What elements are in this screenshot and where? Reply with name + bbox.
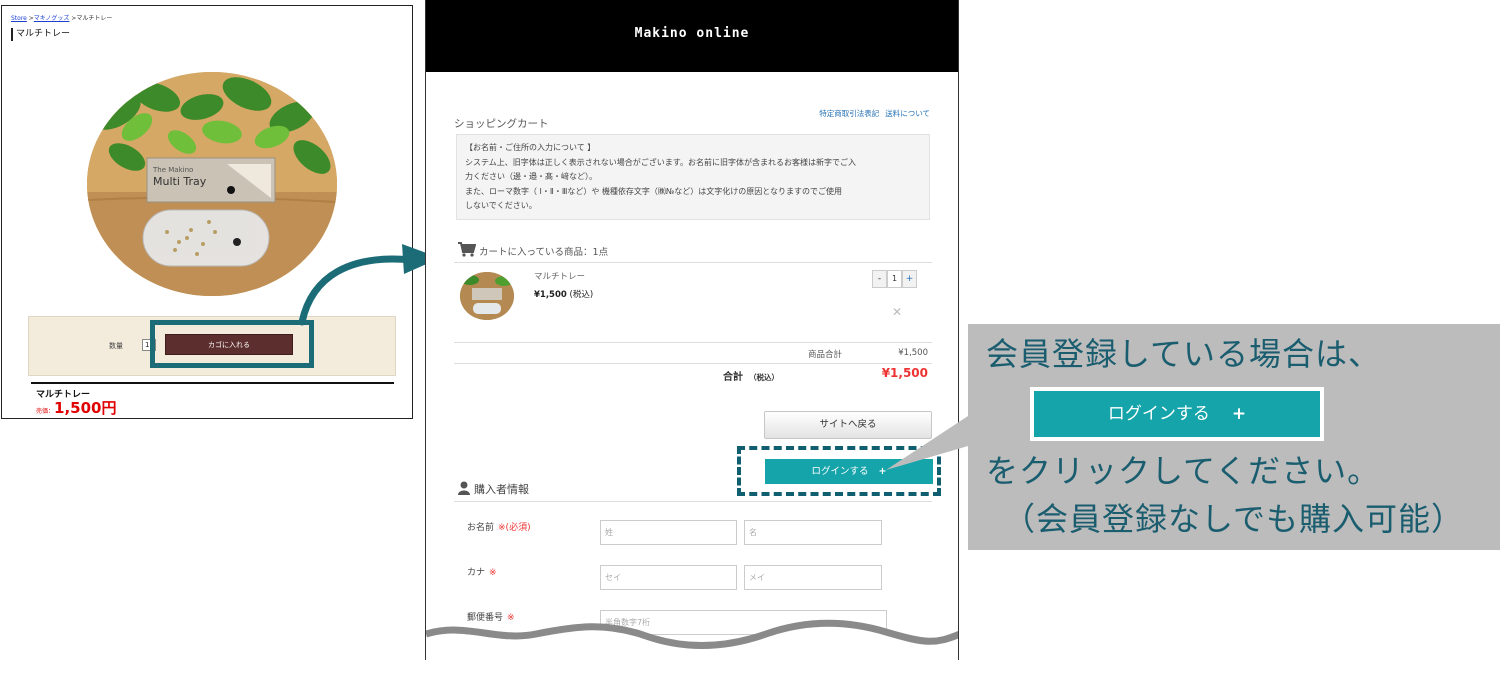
remove-item-icon[interactable]: ✕ bbox=[892, 305, 902, 319]
callout-login-button-label: ログインする bbox=[1107, 404, 1210, 424]
quantity-stepper: - 1 + bbox=[872, 270, 917, 288]
notice-line: 【お名前・ご住所の入力について 】 bbox=[465, 143, 596, 152]
price-label: 売価： bbox=[36, 408, 55, 415]
kana-field-label: カナ ※ bbox=[467, 565, 497, 578]
breadcrumb-separator: > bbox=[26, 15, 34, 22]
product-thumbnail-image bbox=[460, 272, 514, 320]
box-small-text: The Makino bbox=[152, 166, 193, 174]
callout-text: をクリックしてください。 bbox=[986, 452, 1381, 490]
total-label-text: 合計 bbox=[723, 372, 743, 383]
box-brand-text: Multi Tray bbox=[153, 175, 207, 188]
page-title: マルチトレー bbox=[11, 28, 70, 41]
cart-item-name[interactable]: マルチトレー bbox=[534, 270, 585, 282]
kana-label-text: カナ bbox=[467, 568, 486, 578]
notice-line: しないでください。 bbox=[465, 201, 537, 210]
total-tax-note: （税込） bbox=[749, 373, 779, 382]
notice-box: 【お名前・ご住所の入力について 】 システム上、旧字体は正しく表示されない場合が… bbox=[456, 134, 930, 220]
notice-line: システム上、旧字体は正しく表示されない場合がございます。お名前に旧字体が含まれる… bbox=[465, 157, 856, 167]
notice-line: また、ローマ数字（ Ⅰ・Ⅱ・Ⅲなど）や 機種依存文字（㈱№など）は文字化けの原因… bbox=[465, 186, 842, 196]
quantity-label: 数量 bbox=[109, 342, 123, 350]
required-mark: ※ bbox=[489, 568, 497, 578]
cart-item-price-value: ¥1,500 bbox=[534, 290, 567, 300]
last-name-kana-input[interactable]: セイ bbox=[600, 565, 737, 590]
divider bbox=[454, 501, 932, 502]
callout-text: （会員登録なしでも購入可能） bbox=[1003, 500, 1465, 538]
first-name-kana-input[interactable]: メイ bbox=[744, 565, 882, 590]
price-row: 売価：1,500円 bbox=[36, 397, 116, 418]
buyer-info-heading-text: 購入者情報 bbox=[474, 483, 529, 496]
user-icon bbox=[458, 481, 470, 495]
cart-item-tax-note: (税込) bbox=[569, 290, 594, 300]
first-name-input[interactable]: 名 bbox=[744, 520, 882, 545]
site-logo[interactable]: Makino online bbox=[426, 26, 958, 41]
cart-item-thumbnail bbox=[460, 272, 514, 320]
notice-line: 力ください（邊・邉・髙・﨑など）。 bbox=[465, 172, 597, 181]
plus-icon: + bbox=[1231, 404, 1247, 424]
last-name-input[interactable]: 姓 bbox=[600, 520, 737, 545]
cart-title: ショッピングカート bbox=[454, 118, 549, 130]
price-value: 1,500円 bbox=[54, 399, 117, 417]
divider bbox=[454, 342, 932, 343]
breadcrumb-store-link[interactable]: Store bbox=[11, 15, 27, 22]
breadcrumb-category-link[interactable]: マキノグッズ bbox=[34, 15, 70, 22]
cart-icon bbox=[458, 242, 477, 257]
legal-links: 特定商取引法表記 送料について bbox=[813, 108, 930, 119]
name-field-label: お名前 ※(必須) bbox=[467, 520, 531, 533]
breadcrumb: Store >マキノグッズ >マルチトレー bbox=[11, 13, 112, 22]
torn-page-edge bbox=[426, 619, 958, 660]
subtotal-label: 商品合計 bbox=[808, 350, 843, 360]
required-mark: ※(必須) bbox=[498, 523, 531, 533]
cart-items-heading-text: カートに入っている商品：1点 bbox=[479, 247, 609, 258]
divider bbox=[454, 363, 932, 364]
site-header: Makino online bbox=[426, 0, 958, 72]
callout-login-button: ログインする + bbox=[1034, 391, 1320, 437]
notice-text: 【お名前・ご住所の入力について 】 システム上、旧字体は正しく表示されない場合が… bbox=[465, 141, 923, 214]
divider bbox=[31, 382, 394, 384]
checkout-page: Makino online 特定商取引法表記 送料について ショッピングカート 【… bbox=[425, 0, 959, 660]
divider bbox=[454, 262, 932, 263]
quantity-decrease-button[interactable]: - bbox=[872, 270, 887, 288]
breadcrumb-current: マルチトレー bbox=[76, 15, 113, 22]
total-label: 合計 （税込） bbox=[723, 368, 779, 383]
quantity-increase-button[interactable]: + bbox=[902, 270, 917, 288]
name-label-text: お名前 bbox=[467, 523, 495, 533]
buyer-info-heading: 購入者情報 bbox=[458, 481, 529, 497]
quantity-value[interactable]: 1 bbox=[887, 270, 902, 288]
cart-items-heading: カートに入っている商品：1点 bbox=[458, 242, 608, 258]
callout-text: 会員登録している場合は、 bbox=[986, 335, 1382, 373]
legal-link-tokushoho[interactable]: 特定商取引法表記 bbox=[819, 109, 879, 118]
legal-link-shipping[interactable]: 送料について bbox=[885, 109, 930, 118]
cart-item-price: ¥1,500 (税込) bbox=[534, 288, 593, 300]
